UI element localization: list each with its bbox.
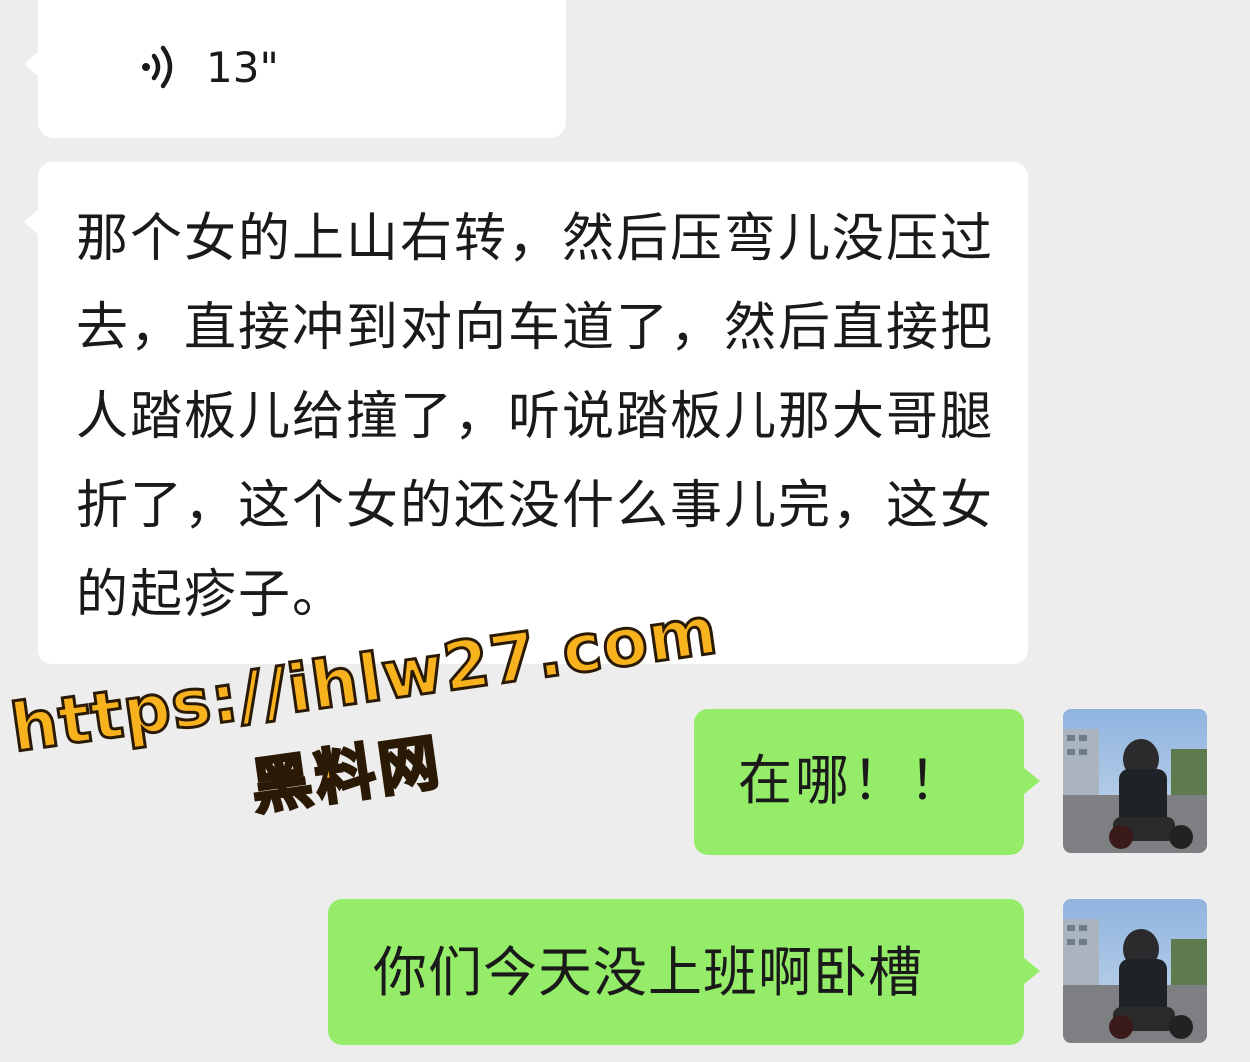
message-text: 你们今天没上班啊卧槽 — [373, 941, 923, 1004]
avatar[interactable] — [1063, 899, 1207, 1043]
avatar[interactable] — [1063, 709, 1207, 853]
incoming-message-bubble[interactable]: 那个女的上山右转，然后压弯儿没压过去，直接冲到对向车道了，然后直接把人踏板儿给撞… — [24, 162, 1028, 664]
outgoing-message-bubble[interactable]: 你们今天没上班啊卧槽 — [328, 899, 1040, 1045]
message-text: 在哪！！ — [738, 749, 966, 812]
message-text: 那个女的上山右转，然后压弯儿没压过去，直接冲到对向车道了，然后直接把人踏板儿给撞… — [76, 209, 995, 625]
voice-wave-icon — [142, 45, 173, 89]
avatar-photo — [1063, 899, 1207, 1043]
voice-message-bubble[interactable]: 13" — [24, 0, 566, 138]
avatar-photo — [1063, 709, 1207, 853]
outgoing-message-bubble[interactable]: 在哪！！ — [694, 709, 1040, 855]
voice-duration: 13" — [206, 43, 279, 92]
